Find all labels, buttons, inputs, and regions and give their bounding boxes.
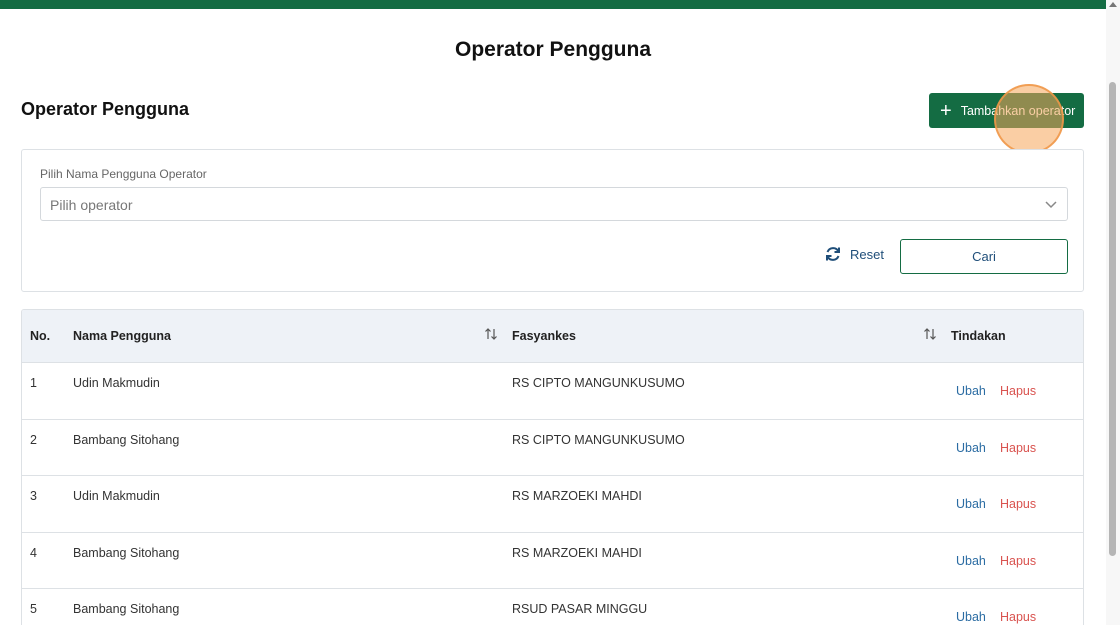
reset-button[interactable]: Reset [824, 243, 884, 265]
row-facility: RS CIPTO MANGUNKUSUMO [512, 376, 685, 390]
top-accent-bar [0, 0, 1120, 9]
sort-icon[interactable] [484, 327, 498, 341]
row-user-name: Bambang Sitohang [73, 432, 180, 447]
table-header: No. Nama Pengguna Fasyankes Tindakan [22, 310, 1083, 363]
row-user-name: Bambang Sitohang [73, 545, 180, 560]
section-title: Operator Pengguna [21, 99, 190, 119]
row-facility: RS MARZOEKI MAHDI [512, 545, 642, 560]
scroll-up-arrow-icon[interactable] [1109, 2, 1117, 7]
refresh-icon [826, 247, 840, 261]
operator-filter-label: Pilih Nama Pengguna Operator [40, 167, 207, 181]
row-facility: RS CIPTO MANGUNKUSUMO [512, 432, 685, 447]
row-number: 4 [30, 545, 37, 560]
delete-link[interactable]: Hapus [1000, 384, 1036, 398]
row-user-name: Bambang Sitohang [73, 602, 180, 616]
column-header-actions: Tindakan [951, 329, 1006, 343]
plus-icon: + [940, 99, 952, 122]
column-header-no: No. [30, 329, 51, 343]
row-number: 3 [30, 489, 37, 503]
delete-link[interactable]: Hapus [1000, 610, 1036, 624]
row-user-name: Udin Makmudin [73, 489, 160, 503]
table-row: 1 Udin Makmudin RS CIPTO MANGUNKUSUMO Ub… [22, 363, 1083, 420]
scrollbar-thumb[interactable] [1109, 82, 1116, 556]
delete-link[interactable]: Hapus [1000, 497, 1036, 511]
sort-icon[interactable] [923, 327, 937, 341]
chevron-down-icon [1045, 201, 1057, 209]
operator-select[interactable]: Pilih operator [40, 187, 1068, 221]
column-header-facility: Fasyankes [512, 329, 576, 343]
row-facility: RSUD PASAR MINGGU [512, 602, 648, 616]
reset-label: Reset [850, 246, 884, 262]
row-user-name: Udin Makmudin [73, 376, 160, 390]
edit-link[interactable]: Ubah [956, 384, 986, 398]
table-row: 5 Bambang Sitohang RSUD PASAR MINGGU Uba… [22, 589, 1083, 625]
filter-panel: Pilih Nama Pengguna Operator Pilih opera… [21, 149, 1084, 292]
row-number: 1 [30, 376, 37, 390]
delete-link[interactable]: Hapus [1000, 554, 1036, 568]
delete-link[interactable]: Hapus [1000, 441, 1036, 455]
column-header-name: Nama Pengguna [73, 329, 171, 343]
add-operator-label: Tambahkan operator [960, 103, 1076, 118]
edit-link[interactable]: Ubah [956, 554, 986, 568]
row-number: 2 [30, 432, 37, 447]
edit-link[interactable]: Ubah [956, 441, 986, 455]
page-title: Operator Pengguna [454, 38, 652, 61]
edit-link[interactable]: Ubah [956, 610, 986, 624]
table-row: 3 Udin Makmudin RS MARZOEKI MAHDI Ubah H… [22, 476, 1083, 533]
table-row: 4 Bambang Sitohang RS MARZOEKI MAHDI Uba… [22, 532, 1083, 589]
operator-table: No. Nama Pengguna Fasyankes Tindakan 1 U… [21, 309, 1084, 625]
row-number: 5 [30, 602, 37, 616]
operator-select-placeholder: Pilih operator [50, 197, 133, 213]
row-facility: RS MARZOEKI MAHDI [512, 489, 642, 503]
table-row: 2 Bambang Sitohang RS CIPTO MANGUNKUSUMO… [22, 419, 1083, 476]
search-button[interactable]: Cari [900, 239, 1068, 274]
add-operator-button[interactable]: + Tambahkan operator [929, 93, 1084, 128]
edit-link[interactable]: Ubah [956, 497, 986, 511]
